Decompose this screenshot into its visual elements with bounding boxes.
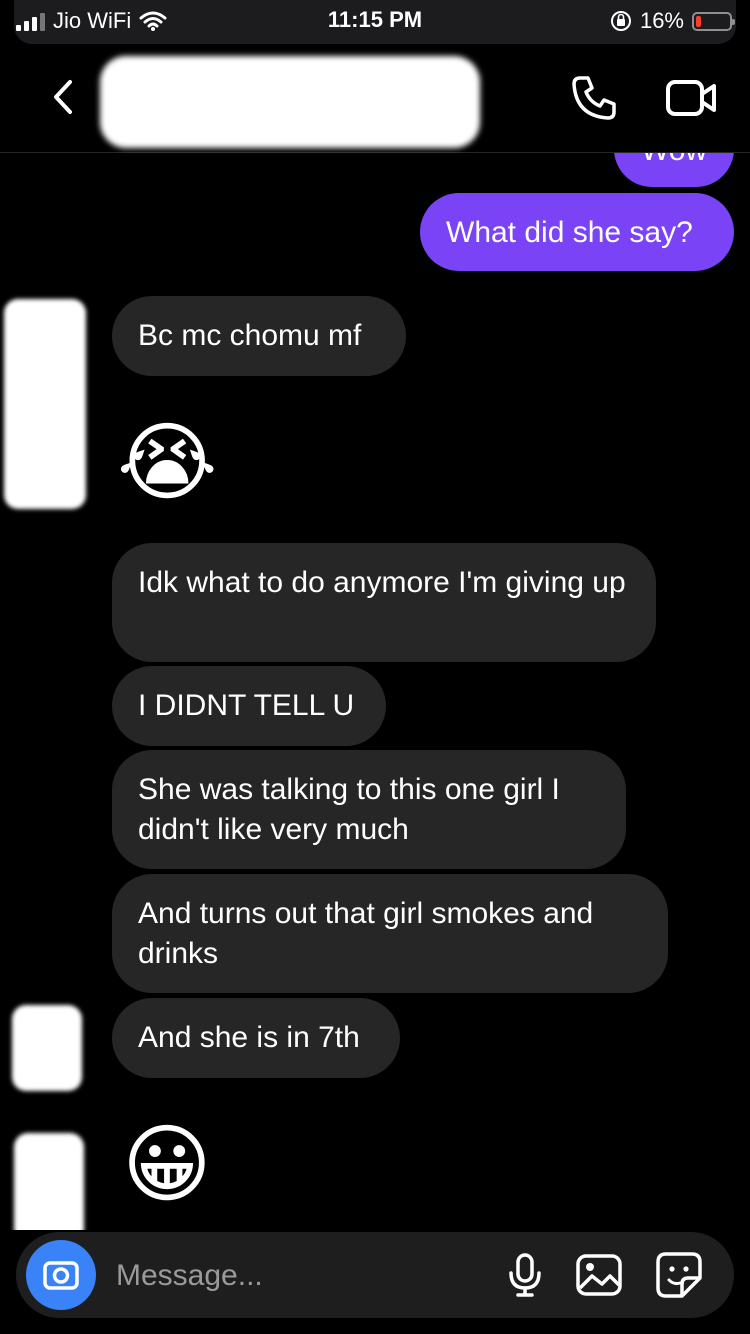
battery-level [696, 15, 701, 27]
message-thread[interactable]: Wow What did she say? Bc mc chomu mf 😭 I… [0, 153, 750, 1230]
message-outgoing[interactable]: What did she say? [420, 193, 734, 271]
sender-avatar [12, 1005, 82, 1091]
message-incoming[interactable]: And she is in 7th [112, 998, 400, 1078]
message-input[interactable] [114, 1248, 488, 1304]
message-incoming[interactable]: And turns out that girl smokes and drink… [112, 874, 668, 993]
chat-header [0, 44, 750, 153]
battery-icon [692, 11, 735, 31]
message-incoming[interactable]: Bc mc chomu mf [112, 296, 406, 376]
loudly-crying-emoji[interactable]: 😭 [117, 415, 218, 511]
gallery-icon[interactable] [574, 1250, 624, 1300]
message-incoming[interactable]: Idk what to do anymore I'm giving up [112, 543, 656, 662]
video-camera-icon[interactable] [664, 74, 720, 122]
status-bar-right: 16% [610, 7, 735, 35]
message-outgoing[interactable]: Wow [614, 153, 734, 187]
phone-icon[interactable] [568, 72, 620, 124]
grinning-face-emoji[interactable]: 😀 [117, 1117, 217, 1213]
sender-avatar [14, 1133, 84, 1230]
contact-name[interactable] [100, 56, 480, 148]
camera-button[interactable] [26, 1240, 96, 1310]
microphone-icon[interactable] [500, 1250, 550, 1300]
camera-icon [43, 1261, 79, 1290]
battery-percent: 16% [639, 8, 684, 33]
back-icon[interactable] [44, 74, 84, 120]
message-incoming[interactable]: I DIDNT TELL U [112, 666, 386, 746]
message-composer [16, 1232, 734, 1318]
orientation-lock-icon [610, 11, 631, 31]
message-incoming[interactable]: She was talking to this one girl I didn'… [112, 750, 626, 869]
status-bar: Jio WiFi 11:15 PM 16% [0, 0, 750, 44]
sender-avatar [4, 299, 86, 509]
sticker-icon[interactable] [654, 1250, 704, 1300]
